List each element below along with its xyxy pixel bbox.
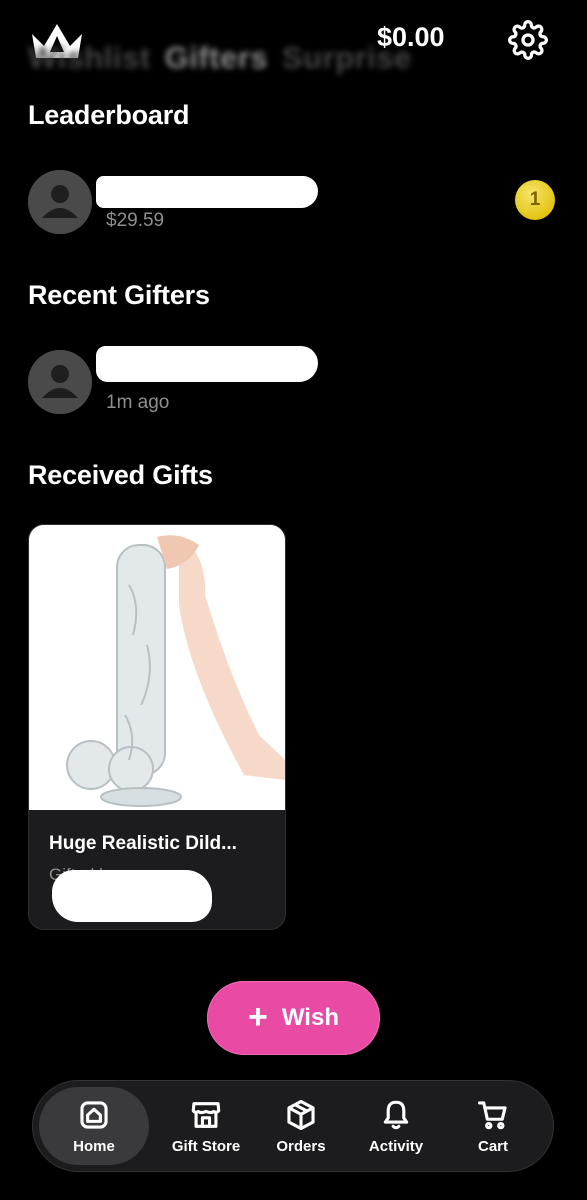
gift-title: Huge Realistic Dild... <box>49 833 237 854</box>
leaderboard-avatar[interactable] <box>28 170 92 234</box>
cart-icon <box>477 1100 507 1129</box>
tab-wishlist[interactable]: Wishlist <box>28 40 151 75</box>
bell-icon <box>383 1100 409 1129</box>
plus-icon: + <box>248 997 268 1036</box>
nav-label-gift-store: Gift Store <box>171 1137 241 1155</box>
package-icon <box>287 1099 315 1130</box>
leaderboard-amount: $29.59 <box>106 210 165 231</box>
user-placeholder-icon <box>28 170 92 234</box>
redacted-username <box>96 176 318 208</box>
wish-button-label: Wish <box>281 1004 339 1031</box>
home-icon <box>80 1100 108 1129</box>
leaderboard-title: Leaderboard <box>28 100 190 130</box>
rank-badge: 1 <box>515 180 555 220</box>
bottom-nav: Home Gift Store Orders Activity Cart <box>32 1080 554 1172</box>
recent-gifter-time: 1m ago <box>106 392 170 413</box>
profile-tabs[interactable]: Wishlist Gifters Surprise <box>28 40 426 76</box>
nav-item-orders[interactable]: Orders <box>251 1087 351 1165</box>
nav-item-home[interactable]: Home <box>39 1087 149 1165</box>
balance-display[interactable]: $0.00 <box>377 22 445 53</box>
nav-label-orders: Orders <box>276 1137 326 1155</box>
nav-item-gift-store[interactable]: Gift Store <box>151 1087 261 1165</box>
nav-item-activity[interactable]: Activity <box>346 1087 446 1165</box>
store-icon <box>191 1101 221 1128</box>
nav-label-activity: Activity <box>368 1137 424 1155</box>
redacted-username <box>96 346 318 382</box>
nav-item-cart[interactable]: Cart <box>443 1087 543 1165</box>
recent-gifters-title: Recent Gifters <box>28 280 210 310</box>
tab-gifters[interactable]: Gifters <box>165 40 268 75</box>
nav-label-cart: Cart <box>477 1137 508 1155</box>
settings-gear-icon[interactable] <box>508 20 548 60</box>
user-placeholder-icon <box>28 350 92 414</box>
add-wish-button[interactable]: + Wish <box>207 981 380 1055</box>
recent-gifter-avatar[interactable] <box>28 350 92 414</box>
gift-product-image <box>29 525 285 810</box>
nav-label-home: Home <box>73 1137 115 1155</box>
received-gifts-title: Received Gifts <box>28 460 213 490</box>
redacted-gifter-name <box>52 870 212 922</box>
